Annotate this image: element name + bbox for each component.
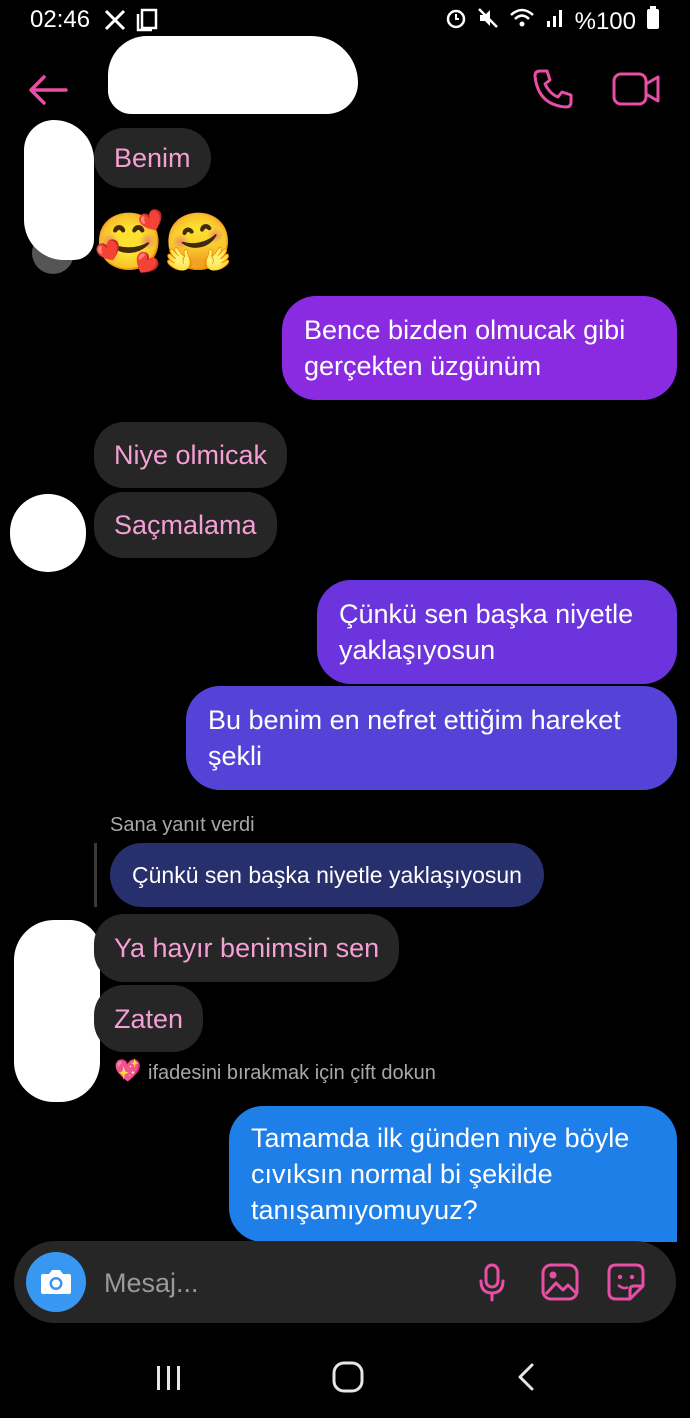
alarm-icon [445,7,467,36]
battery-text: %100 [574,7,636,35]
incoming-message[interactable]: Ya hayır benimsin sen [94,914,400,982]
emoji-message[interactable]: 🥰🤗 [94,210,233,274]
redaction-scribble [10,494,86,572]
reply-label: Sana yanıt verdi [110,814,255,836]
copy-icon [136,8,158,37]
microphone-icon[interactable] [476,1262,508,1307]
signal-icon [545,7,565,36]
outgoing-message[interactable]: Bence bizden olmucak gibi gerçekten üzgü… [282,296,677,400]
video-camera-icon[interactable] [612,68,660,110]
x-logo-icon [104,9,126,36]
status-time: 02:46 [30,6,91,33]
outgoing-message[interactable]: Bu benim en nefret ettiğim hareket şekli [186,686,677,790]
recents-icon[interactable] [154,1364,184,1397]
incoming-message[interactable]: Saçmalama [94,492,277,558]
gallery-icon[interactable] [540,1262,580,1307]
phone-icon[interactable] [530,66,576,112]
status-icons: %100 [445,6,660,37]
sticker-icon[interactable] [606,1262,646,1307]
camera-icon [41,1270,71,1294]
heart-emoji-icon: 💖 [114,1058,142,1083]
outgoing-message[interactable]: Çünkü sen başka niyetle yaklaşıyosun [317,580,677,684]
back-icon[interactable] [514,1362,538,1397]
incoming-message[interactable]: Zaten [94,985,204,1052]
camera-button[interactable] [26,1252,86,1312]
mute-icon [477,7,499,36]
home-icon[interactable] [331,1360,365,1399]
wifi-icon [509,7,535,36]
battery-icon [646,6,660,37]
back-arrow-icon[interactable] [26,68,70,112]
reply-divider [94,843,97,907]
redaction-scribble [24,120,94,260]
outgoing-message[interactable]: Tamamda ilk günden niye böyle cıvıksın n… [229,1106,677,1242]
reply-quote[interactable]: Çünkü sen başka niyetle yaklaşıyosun [110,843,544,907]
redaction-scribble [108,36,358,114]
incoming-message[interactable]: Benim [94,128,211,188]
redaction-scribble [14,920,100,1102]
incoming-message[interactable]: Niye olmicak [94,422,288,488]
message-input[interactable] [102,1262,446,1304]
reaction-hint: ifadesini bırakmak için çift dokun [148,1062,436,1084]
